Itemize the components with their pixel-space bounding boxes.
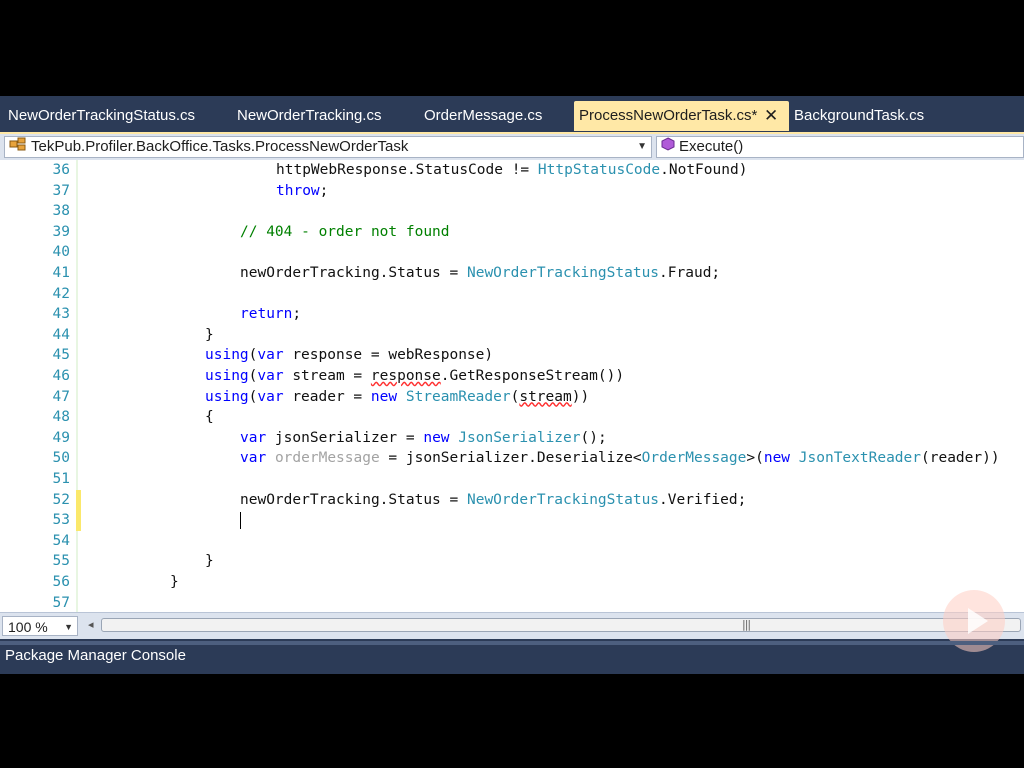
code-line: 52 newOrderTracking.Status = NewOrderTrac… bbox=[0, 489, 1024, 511]
code-text: var orderMessage = jsonSerializer.Deseri… bbox=[240, 450, 1000, 467]
horizontal-scrollbar[interactable]: ||| bbox=[101, 618, 1021, 632]
class-icon bbox=[9, 137, 27, 157]
line-number: 54 bbox=[52, 532, 70, 549]
line-number: 55 bbox=[52, 553, 70, 570]
code-line: 51 bbox=[0, 469, 1024, 490]
code-line: 45 using(var response = webResponse) bbox=[0, 345, 1024, 366]
line-number: 53 bbox=[52, 512, 70, 529]
code-text: using(var response = webResponse) bbox=[205, 347, 494, 364]
scrollbar-grip-icon: ||| bbox=[742, 618, 751, 631]
code-text: var jsonSerializer = new JsonSerializer(… bbox=[240, 429, 607, 446]
tab-background-task[interactable]: BackgroundTask.cs bbox=[794, 101, 924, 131]
line-number: 45 bbox=[52, 347, 70, 364]
line-number: 49 bbox=[52, 429, 70, 446]
member-dropdown-label: Execute() bbox=[679, 138, 744, 155]
code-comment: // 404 - order not found bbox=[240, 223, 450, 240]
code-line: 55} bbox=[0, 551, 1024, 572]
line-number: 43 bbox=[52, 306, 70, 323]
code-text: } bbox=[205, 326, 214, 343]
code-text: using(var stream = response.GetResponseS… bbox=[205, 368, 625, 384]
line-number: 46 bbox=[52, 368, 70, 384]
package-manager-console-tab[interactable]: Package Manager Console bbox=[5, 647, 186, 664]
tab-order-message[interactable]: OrderMessage.cs bbox=[424, 101, 542, 131]
member-dropdown[interactable]: Execute() bbox=[656, 136, 1024, 158]
code-line: 48 { bbox=[0, 407, 1024, 428]
code-line: 43 return; bbox=[0, 304, 1024, 325]
code-text: throw; bbox=[276, 182, 329, 199]
line-number: 56 bbox=[52, 574, 70, 590]
code-line: 47 using(var reader = new StreamReader(st… bbox=[0, 387, 1024, 408]
code-editor[interactable]: 36 httpWebResponse.StatusCode != HttpStat… bbox=[0, 160, 1024, 612]
code-line: 39 // 404 - order not found bbox=[0, 222, 1024, 243]
line-number: 38 bbox=[52, 203, 70, 220]
line-number: 51 bbox=[52, 471, 70, 487]
code-text: newOrderTracking.Status = NewOrderTracki… bbox=[240, 491, 747, 508]
code-line: 40 bbox=[0, 242, 1024, 263]
code-line: 38 bbox=[0, 201, 1024, 222]
code-line: 41 newOrderTracking.Status = NewOrderTrac… bbox=[0, 263, 1024, 284]
type-dropdown-label: TekPub.Profiler.BackOffice.Tasks.Process… bbox=[31, 138, 409, 155]
code-text: httpWebResponse.StatusCode != HttpStatus… bbox=[276, 162, 748, 178]
line-number: 40 bbox=[52, 244, 70, 261]
type-dropdown[interactable]: TekPub.Profiler.BackOffice.Tasks.Process… bbox=[4, 136, 652, 158]
code-text: return; bbox=[240, 306, 302, 323]
tab-process-new-order-task[interactable]: ProcessNewOrderTask.cs* ✕ bbox=[574, 101, 789, 131]
line-number: 36 bbox=[52, 162, 70, 178]
code-line: 50 var orderMessage = jsonSerializer.Dese… bbox=[0, 448, 1024, 469]
line-number: 57 bbox=[52, 594, 70, 611]
text-caret bbox=[240, 510, 241, 531]
line-number: 48 bbox=[52, 409, 70, 426]
chevron-down-icon: ▼ bbox=[637, 141, 647, 152]
code-text: { bbox=[205, 409, 214, 426]
change-marker bbox=[76, 510, 81, 531]
code-line: 37 throw; bbox=[0, 181, 1024, 202]
code-text: } bbox=[205, 553, 214, 570]
method-icon bbox=[661, 137, 675, 157]
tab-label: ProcessNewOrderTask.cs* bbox=[579, 107, 758, 124]
line-number: 47 bbox=[52, 388, 70, 405]
code-line: 42 bbox=[0, 284, 1024, 305]
line-number: 42 bbox=[52, 285, 70, 302]
code-text: newOrderTracking.Status = NewOrderTracki… bbox=[240, 265, 721, 281]
code-line: 46 using(var stream = response.GetRespons… bbox=[0, 366, 1024, 387]
line-number: 44 bbox=[52, 326, 70, 343]
tab-new-order-tracking[interactable]: NewOrderTracking.cs bbox=[237, 101, 381, 131]
line-number: 37 bbox=[52, 182, 70, 199]
line-number: 39 bbox=[52, 223, 70, 240]
code-line: 57 bbox=[0, 593, 1024, 612]
code-line: 54 bbox=[0, 531, 1024, 552]
chevron-down-icon: ▼ bbox=[64, 622, 73, 632]
line-number: 41 bbox=[52, 265, 70, 281]
panel-divider bbox=[0, 641, 1024, 645]
code-line: 44} bbox=[0, 325, 1024, 346]
change-marker bbox=[76, 489, 81, 511]
code-text: using(var reader = new StreamReader(stre… bbox=[205, 388, 590, 405]
code-line: 53 bbox=[0, 510, 1024, 531]
code-line: 56} bbox=[0, 572, 1024, 593]
navigation-bar: TekPub.Profiler.BackOffice.Tasks.Process… bbox=[0, 132, 1024, 160]
code-line: 36 httpWebResponse.StatusCode != HttpStat… bbox=[0, 160, 1024, 181]
zoom-dropdown[interactable]: 100 % ▼ bbox=[2, 616, 78, 636]
code-line: 49 var jsonSerializer = new JsonSerialize… bbox=[0, 428, 1024, 449]
editor-status-bar: 100 % ▼ ◂ ||| bbox=[0, 612, 1024, 639]
zoom-value: 100 % bbox=[8, 619, 48, 635]
line-number: 50 bbox=[52, 450, 70, 467]
line-number: 52 bbox=[52, 491, 70, 508]
ide-window: NewOrderTrackingStatus.cs NewOrderTracki… bbox=[0, 96, 1024, 674]
document-tabs: NewOrderTrackingStatus.cs NewOrderTracki… bbox=[0, 101, 1024, 131]
code-text: } bbox=[170, 574, 179, 590]
scroll-left-icon[interactable]: ◂ bbox=[88, 618, 94, 631]
tab-new-order-tracking-status[interactable]: NewOrderTrackingStatus.cs bbox=[8, 101, 195, 131]
close-icon[interactable]: ✕ bbox=[764, 101, 778, 131]
